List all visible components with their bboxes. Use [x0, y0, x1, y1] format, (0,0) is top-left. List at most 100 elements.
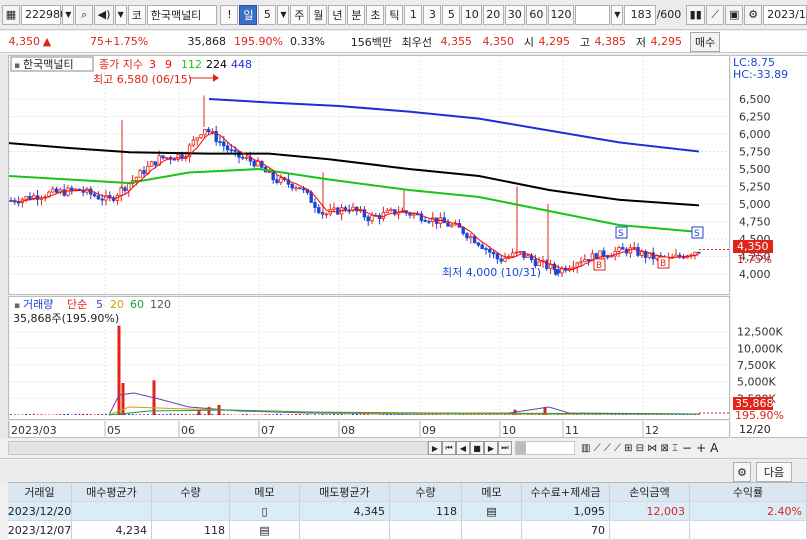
candle-body — [499, 258, 503, 262]
candle-body — [210, 131, 215, 133]
candle-body — [233, 149, 237, 152]
scroll-track[interactable] — [8, 441, 428, 455]
cell-buy-qty: 118 — [152, 521, 230, 539]
price-tick-label: 5,250 — [739, 181, 771, 194]
interval-button[interactable]: 10 — [461, 4, 482, 25]
volume-bar — [169, 413, 172, 415]
month-label: 06 — [181, 424, 195, 437]
table-settings-icon[interactable]: ⚙ — [733, 462, 751, 482]
scroll-stop-icon[interactable]: ■ — [470, 441, 484, 455]
volume-bar — [36, 414, 39, 415]
next-button[interactable]: 다음 — [756, 462, 792, 482]
draw-tool-icon[interactable]: ⟋ — [706, 4, 725, 25]
interval-button[interactable]: 3 — [423, 4, 442, 25]
price-chart-panel[interactable]: S S B B 한국맥널티 ▪ 종가 지수 3 9 112 224 448 최고 6,… — [8, 55, 730, 295]
candle-body — [651, 252, 655, 260]
left-panel-strip — [0, 55, 8, 438]
date-input[interactable]: 2023/12 — [763, 4, 807, 25]
period-dropdown-icon[interactable]: ▼ — [277, 4, 290, 25]
gear-icon[interactable]: ⚙ — [744, 4, 763, 25]
stock-code-input[interactable]: 222980 — [21, 4, 67, 25]
signal-label: B — [596, 261, 602, 271]
period-day-button[interactable]: 일 — [239, 4, 258, 25]
chart-settings-icon[interactable]: ▦ — [2, 4, 20, 25]
period-week-button[interactable]: 주 — [290, 4, 309, 25]
period-second-button[interactable]: 초 — [366, 4, 385, 25]
signal-label: S — [694, 229, 700, 239]
month-label: 2023/03 — [11, 424, 57, 437]
price-tick-label: 6,500 — [739, 93, 771, 106]
zoom-out-icon[interactable]: − — [682, 441, 692, 455]
candle-body — [203, 128, 207, 136]
period-num-field[interactable]: 5 — [258, 4, 277, 25]
cell-sell-avg: 4,345 — [300, 502, 390, 520]
sound-icon[interactable]: ◀) — [94, 4, 114, 25]
interval-dropdown-icon[interactable]: ▼ — [611, 4, 624, 25]
candle-body — [96, 195, 101, 200]
volume-bar — [10, 414, 12, 415]
price-axis: LC:8.75 HC:-33.89 6,500 6,250 6,000 5,750 5,… — [731, 55, 807, 422]
draw-tools-icon[interactable]: ▥ ⟋ ⟋ ⟋ ⊞ ⊟ ⋈ ⊠ ⌶ — [581, 443, 678, 454]
interval-button[interactable]: 30 — [504, 4, 526, 25]
volume-bar — [131, 413, 134, 415]
open-price: 4,295 — [538, 35, 571, 48]
buy-button[interactable]: 매수 — [690, 31, 721, 52]
scroll-start-icon[interactable]: ⏮ — [442, 441, 456, 455]
interval-button[interactable]: 5 — [442, 4, 461, 25]
stock-name-field[interactable]: 한국맥널티 — [146, 4, 218, 25]
interval-button[interactable]: 120 — [547, 4, 575, 25]
table-header: 거래일 매수평균가 수량 메모 매도평균가 수량 메모 수수료+제세금 손익금액… — [8, 483, 807, 502]
memo-edit-icon[interactable]: ▤ — [462, 502, 522, 520]
volume-chart-panel[interactable]: 거래량 ▪ 단순 5 20 60 120 35,868주(195.90%) — [8, 296, 730, 420]
ma-period-3: 3 — [149, 58, 156, 71]
candle-body — [324, 213, 329, 216]
market-badge: 코 — [127, 4, 146, 25]
alert-button[interactable]: ! — [220, 4, 239, 25]
search-icon[interactable]: ⌕ — [75, 4, 94, 25]
memo-edit-icon[interactable]: ▤ — [230, 521, 300, 539]
scroll-end-icon[interactable]: ⏭ — [498, 441, 512, 455]
scroll-prev-icon[interactable]: ◀ — [456, 441, 470, 455]
volume-tick-label: 7,500K — [737, 359, 776, 372]
volume-bar — [610, 414, 613, 415]
period-tick-button[interactable]: 틱 — [385, 4, 404, 25]
volume-bar — [173, 413, 176, 415]
table-row[interactable]: 2023/12/20 ▯ 4,345 118 ▤ 1,095 12,003 2.… — [8, 502, 807, 521]
candle-body — [294, 187, 298, 190]
candle-body — [271, 171, 275, 181]
candle-body — [518, 251, 522, 253]
high-price: 4,385 — [594, 35, 627, 48]
volume-bar — [181, 413, 183, 415]
save-icon[interactable]: ▣ — [725, 4, 744, 25]
period-minute-button[interactable]: 분 — [347, 4, 366, 25]
volume-spike-bar — [117, 325, 121, 415]
bar-count-input[interactable]: 183 — [624, 4, 656, 25]
zoom-in-icon[interactable]: + — [696, 441, 706, 455]
volume-bar — [621, 414, 624, 415]
candle-body — [583, 259, 587, 263]
period-month-button[interactable]: 월 — [309, 4, 328, 25]
indicator-icon[interactable]: ▮▮ — [686, 4, 706, 25]
candle-body — [218, 141, 222, 143]
scroll-next-icon[interactable]: ▶ — [484, 441, 498, 455]
zoom-track[interactable] — [515, 441, 575, 455]
volume-bar — [340, 413, 343, 415]
col-header: 수익률 — [690, 483, 807, 501]
volume-ratio: 195.90% — [234, 35, 283, 48]
font-size-icon[interactable]: A — [710, 441, 718, 455]
interval-button[interactable]: 60 — [526, 4, 547, 25]
candle-body — [571, 266, 576, 269]
sound-dropdown-icon[interactable]: ▼ — [114, 4, 127, 25]
volume-bar — [656, 414, 658, 415]
memo-icon[interactable]: ▯ — [230, 502, 300, 520]
interval-custom-input[interactable] — [575, 4, 611, 25]
table-row[interactable]: 2023/12/07 4,234 118 ▤ 70 — [8, 521, 807, 540]
candle-body — [62, 189, 66, 196]
cell-fee: 70 — [522, 521, 610, 539]
interval-button[interactable]: 20 — [482, 4, 504, 25]
scroll-right-icon[interactable]: ▶ — [428, 441, 442, 455]
axis-svg: LC:8.75 HC:-33.89 6,5006,2506,0005,7505,… — [733, 56, 788, 422]
period-year-button[interactable]: 년 — [328, 4, 347, 25]
interval-button[interactable]: 1 — [404, 4, 423, 25]
code-dropdown-icon[interactable]: ▼ — [62, 4, 75, 25]
